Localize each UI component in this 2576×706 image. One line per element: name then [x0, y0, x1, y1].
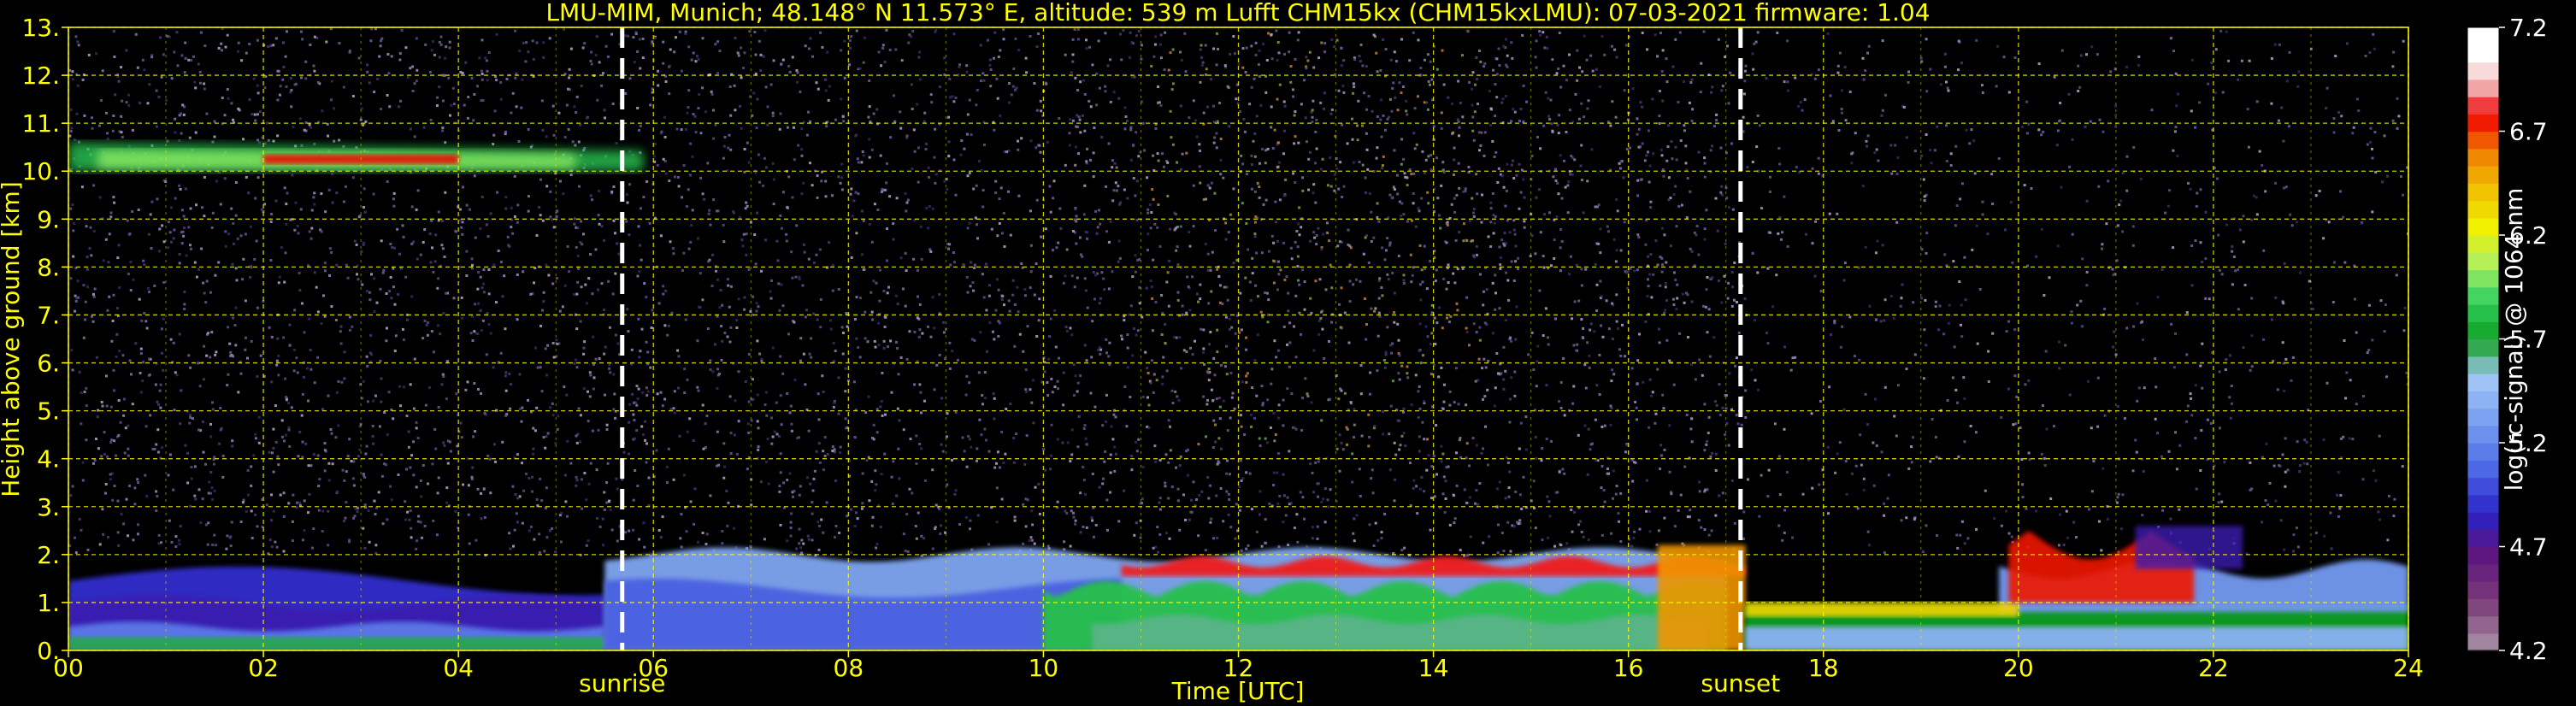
colorbar-segment — [2467, 148, 2499, 167]
colorbar-segment — [2467, 546, 2499, 565]
colorbar-segment — [2467, 408, 2499, 427]
colorbar-segment — [2467, 615, 2499, 634]
x-tick-label: 22 — [2198, 654, 2229, 682]
colorbar-segment — [2467, 374, 2499, 391]
colorbar-segment — [2467, 443, 2499, 461]
y-tick-label: 9. — [37, 205, 60, 233]
x-tick-label: 02 — [248, 654, 279, 682]
colorbar-segment — [2467, 632, 2499, 651]
colorbar-segment — [2467, 44, 2499, 63]
colorbar-segment — [2467, 460, 2499, 479]
x-tick-label: 14 — [1418, 654, 1449, 682]
colorbar-segment — [2467, 286, 2499, 305]
colorbar-segment — [2467, 79, 2499, 97]
colorbar-segment — [2467, 581, 2499, 599]
y-tick-label: 1. — [37, 589, 60, 617]
x-tick-label: 24 — [2393, 654, 2424, 682]
x-tick-label: 04 — [443, 654, 474, 682]
colorbar-segment — [2467, 217, 2499, 236]
colorbar-segment — [2467, 252, 2499, 271]
y-tick-label: 7. — [37, 301, 60, 329]
quicklook-chart: LMU-MIM, Munich; 48.148° N 11.573° E, al… — [0, 0, 2548, 705]
colorbar-segment — [2467, 563, 2499, 582]
y-tick-label: 6. — [37, 350, 60, 378]
colorbar-segment — [2467, 200, 2499, 219]
x-tick-label: 08 — [834, 654, 864, 682]
colorbar-tick-label: 6.7 — [2509, 118, 2548, 146]
x-tick-label: 20 — [2003, 654, 2034, 682]
colorbar-tick-label: 7.2 — [2509, 14, 2548, 42]
colorbar-segment — [2467, 62, 2499, 80]
x-axis-label: Time [UTC] — [1171, 677, 1305, 705]
colorbar-segment — [2467, 598, 2499, 617]
colorbar-segment — [2467, 512, 2499, 530]
chart-title: LMU-MIM, Munich; 48.148° N 11.573° E, al… — [545, 0, 1930, 26]
colorbar-segment — [2467, 269, 2499, 288]
x-tick-label: 10 — [1029, 654, 1059, 682]
ceilometer-figure: LMU-MIM, Munich; 48.148° N 11.573° E, al… — [0, 0, 2576, 706]
colorbar-segment — [2467, 338, 2499, 357]
colorbar-segment — [2467, 425, 2499, 444]
event-label-sunset: sunset — [1701, 669, 1780, 697]
colorbar-segment — [2467, 356, 2499, 374]
y-tick-label: 0. — [37, 637, 60, 665]
colorbar-segment — [2467, 304, 2499, 322]
y-tick-label: 5. — [37, 397, 60, 426]
y-tick-label: 3. — [37, 493, 60, 521]
colorbar-segment — [2467, 114, 2499, 132]
y-axis-ticks: 0. 1. 2. 3. 4. 5. 6. 7. 8. 9. 10. 11. 12. 13. — [21, 14, 68, 665]
y-tick-label: 13. — [21, 14, 60, 42]
colorbar-segment — [2467, 494, 2499, 513]
y-tick-label: 10. — [21, 157, 60, 185]
colorbar-segment — [2467, 27, 2499, 45]
colorbar-segment — [2467, 391, 2499, 409]
y-axis-label: Height above ground [km] — [0, 181, 25, 497]
y-tick-label: 2. — [37, 541, 60, 569]
colorbar-segment — [2467, 235, 2499, 253]
y-tick-label: 8. — [37, 253, 60, 281]
colorbar-segment — [2467, 321, 2499, 340]
colorbar-segment — [2467, 183, 2499, 202]
colorbar-segment — [2467, 131, 2499, 150]
y-tick-label: 11. — [21, 109, 60, 138]
colorbar-tick-label: 4.7 — [2509, 533, 2548, 562]
colorbar-tick-label: 4.2 — [2509, 637, 2548, 665]
y-tick-label: 4. — [37, 445, 60, 474]
colorbar-segment — [2467, 97, 2499, 115]
colorbar-segment — [2467, 477, 2499, 496]
x-tick-label: 06 — [638, 654, 669, 682]
y-tick-label: 12. — [21, 62, 60, 90]
x-tick-label: 16 — [1613, 654, 1644, 682]
x-tick-label: 18 — [1808, 654, 1839, 682]
colorbar-segment — [2467, 166, 2499, 184]
colorbar-segment — [2467, 529, 2499, 548]
colorbar-label: log(rc-signal) @ 1064 nm — [2500, 188, 2528, 491]
